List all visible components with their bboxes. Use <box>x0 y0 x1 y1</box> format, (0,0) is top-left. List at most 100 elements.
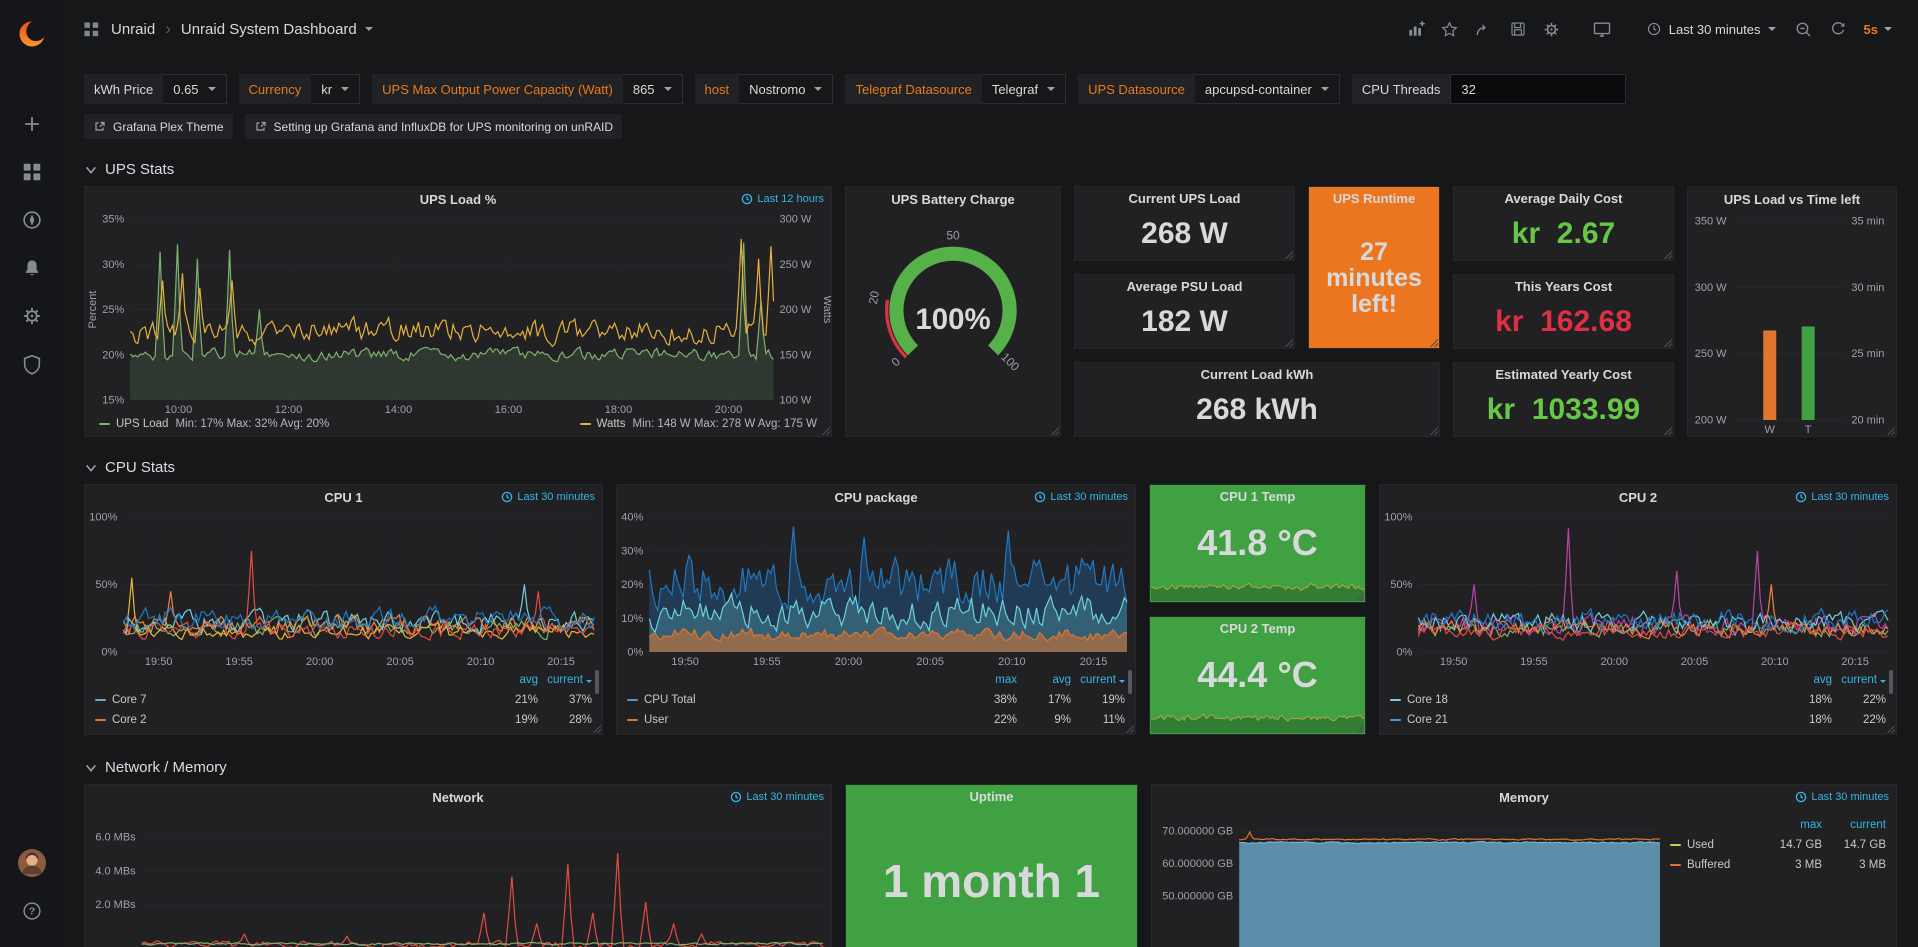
panel-resize-handle[interactable] <box>1886 426 1895 435</box>
cpu-package-chart[interactable]: 40%30%20%10%0%19:5019:5520:0020:0520:102… <box>617 511 1135 668</box>
star-button[interactable] <box>1434 14 1466 44</box>
breadcrumb-folder[interactable]: Unraid <box>111 21 155 38</box>
variable-value-dropdown[interactable]: kr <box>311 74 360 104</box>
panel-title[interactable]: Current UPS Load <box>1075 187 1294 208</box>
panel-title[interactable]: Estimated Yearly Cost <box>1454 363 1673 384</box>
row-header-ups-stats[interactable]: UPS Stats <box>64 139 1918 178</box>
panel-title[interactable]: UPS Runtime <box>1309 187 1439 208</box>
panel-title[interactable]: This Years Cost <box>1454 275 1673 296</box>
variable-value-dropdown[interactable]: 865 <box>623 74 683 104</box>
share-button[interactable] <box>1468 14 1500 44</box>
panel-title[interactable]: UPS Load vs Time left <box>1688 187 1896 213</box>
panel-title[interactable]: Average PSU Load <box>1075 275 1294 296</box>
network-chart[interactable]: 6.0 MBs4.0 MBs2.0 MBs <box>85 811 831 947</box>
cpu2-chart[interactable]: 100%50%0%19:5019:5520:0020:0520:1020:15 <box>1380 511 1896 668</box>
stat-value: 268 W <box>1075 208 1294 260</box>
explore-compass-icon[interactable] <box>10 198 54 242</box>
series-toggle[interactable]: Core 21 <box>1390 714 1778 726</box>
legend-scrollbar[interactable] <box>1889 670 1893 694</box>
link-grafana-plex-theme[interactable]: Grafana Plex Theme <box>84 114 233 139</box>
chevron-down-icon <box>365 27 373 31</box>
panel-resize-handle[interactable] <box>1663 426 1672 435</box>
legend-scrollbar[interactable] <box>595 670 599 694</box>
panel-title[interactable]: Network <box>85 785 831 811</box>
series-toggle[interactable]: Core 18 <box>1390 694 1778 706</box>
panel-resize-handle[interactable] <box>1284 338 1293 347</box>
legend-col[interactable]: avg <box>1017 674 1071 686</box>
configuration-gear-icon[interactable] <box>10 294 54 338</box>
user-avatar[interactable] <box>10 841 54 885</box>
dashboards-icon[interactable] <box>10 150 54 194</box>
panel-title[interactable]: Uptime <box>846 785 1137 806</box>
cpu-threads-input[interactable] <box>1450 74 1626 104</box>
panel-resize-handle[interactable] <box>1429 426 1438 435</box>
variable-value-dropdown[interactable]: 0.65 <box>163 74 226 104</box>
panel-title[interactable]: Current Load kWh <box>1075 363 1439 384</box>
svg-text:300 W: 300 W <box>780 214 812 226</box>
panel-resize-handle[interactable] <box>1355 724 1364 733</box>
series-toggle[interactable]: Buffered <box>1670 859 1758 871</box>
series-toggle[interactable]: User <box>627 714 963 726</box>
panel-resize-handle[interactable] <box>1050 426 1059 435</box>
panel-resize-handle[interactable] <box>1429 338 1438 347</box>
variable-value-dropdown[interactable]: apcupsd-container <box>1195 74 1340 104</box>
panel-resize-handle[interactable] <box>1886 724 1895 733</box>
legend-col[interactable]: max <box>963 674 1017 686</box>
stat-value: kr 2.67 <box>1454 208 1673 260</box>
legend-col[interactable]: max <box>1758 819 1822 831</box>
create-icon[interactable] <box>10 102 54 146</box>
alerting-bell-icon[interactable] <box>10 246 54 290</box>
zoom-out-button[interactable] <box>1788 14 1820 44</box>
cpu1-chart[interactable]: 100%50%0%19:5019:5520:0020:0520:1020:15 <box>85 511 602 668</box>
panel-title[interactable]: Memory <box>1152 785 1896 811</box>
legend-col-sorted[interactable]: current <box>1832 674 1886 686</box>
panel-title[interactable]: CPU 2 Temp <box>1150 617 1365 638</box>
variable-value-dropdown[interactable]: Telegraf <box>982 74 1066 104</box>
panel-resize-handle[interactable] <box>592 724 601 733</box>
legend-item[interactable]: UPS Load Min: 17% Max: 32% Avg: 20% <box>99 418 329 430</box>
series-toggle[interactable]: Used <box>1670 839 1758 851</box>
dashboard-title-dropdown[interactable]: Unraid System Dashboard <box>181 21 373 38</box>
ups-load-vs-time-chart[interactable]: 350 W35 min300 W30 min250 W25 min200 W20… <box>1688 213 1896 436</box>
legend-col-sorted[interactable]: current <box>538 674 592 686</box>
legend-col[interactable]: current <box>1822 819 1886 831</box>
save-button[interactable] <box>1502 14 1534 44</box>
panel-resize-handle[interactable] <box>1125 724 1134 733</box>
panel-resize-handle[interactable] <box>1663 250 1672 259</box>
legend-col-sorted[interactable]: current <box>1071 674 1125 686</box>
panel-resize-handle[interactable] <box>1355 592 1364 601</box>
svg-text:4.0 MBs: 4.0 MBs <box>95 865 136 877</box>
legend-item[interactable]: Watts Min: 148 W Max: 278 W Avg: 175 W <box>580 418 817 430</box>
time-range-label: Last 30 minutes <box>1669 22 1761 37</box>
help-icon[interactable]: ? <box>10 889 54 933</box>
refresh-button[interactable] <box>1822 14 1854 44</box>
cycle-view-monitor-icon[interactable] <box>1586 14 1618 44</box>
link-ups-monitoring-guide[interactable]: Setting up Grafana and InfluxDB for UPS … <box>245 114 623 139</box>
panel-title[interactable]: Average Daily Cost <box>1454 187 1673 208</box>
dashboard-settings-gear-icon[interactable] <box>1536 14 1568 44</box>
series-toggle[interactable]: CPU Total <box>627 694 963 706</box>
panel-resize-handle[interactable] <box>1284 250 1293 259</box>
panel-title[interactable]: CPU 1 Temp <box>1150 485 1365 506</box>
panel-resize-handle[interactable] <box>821 426 830 435</box>
panel-title[interactable]: UPS Battery Charge <box>846 187 1060 213</box>
legend-scrollbar[interactable] <box>1128 670 1132 694</box>
memory-chart[interactable]: 70.000000 GB60.000000 GB50.000000 GB <box>1152 811 1668 947</box>
variable-value-dropdown[interactable]: Nostromo <box>739 74 833 104</box>
grafana-logo-icon[interactable] <box>10 12 54 56</box>
apps-grid-icon[interactable] <box>82 20 101 39</box>
svg-text:200 W: 200 W <box>780 304 812 316</box>
ups-load-chart[interactable]: 35%300 W30%250 W25%200 W20%150 W15%100 W… <box>85 213 831 416</box>
add-panel-button[interactable] <box>1400 14 1432 44</box>
series-toggle[interactable]: Core 2 <box>95 714 484 726</box>
refresh-interval-dropdown[interactable]: 5s <box>1856 14 1900 44</box>
series-toggle[interactable]: Core 7 <box>95 694 484 706</box>
panel-resize-handle[interactable] <box>1663 338 1672 347</box>
legend-col[interactable]: avg <box>484 674 538 686</box>
time-picker-button[interactable]: Last 30 minutes <box>1636 14 1786 44</box>
legend-col[interactable]: avg <box>1778 674 1832 686</box>
panel-title[interactable]: UPS Load % <box>85 187 831 213</box>
row-header-cpu-stats[interactable]: CPU Stats <box>64 437 1918 476</box>
row-header-network-memory[interactable]: Network / Memory <box>64 735 1918 776</box>
server-admin-shield-icon[interactable] <box>10 342 54 386</box>
